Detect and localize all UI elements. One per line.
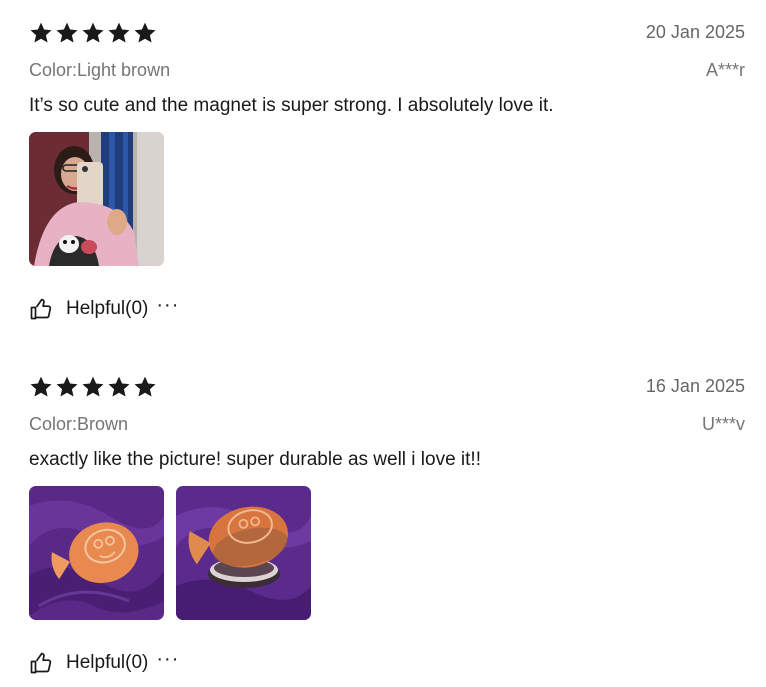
star-icon [133,21,157,45]
thumbs-up-icon[interactable] [29,297,53,321]
more-options-button[interactable]: ··· [156,294,179,317]
review-header: 20 Jan 2025 [29,18,745,50]
helpful-button[interactable]: Helpful(0) [66,652,148,674]
review-text: It’s so cute and the magnet is super str… [29,95,554,116]
review-photos [29,132,745,266]
review-actions: Helpful(0) ··· [29,648,745,676]
star-icon [55,21,79,45]
star-icon [29,375,53,399]
reviewer-name: U***v [701,414,745,434]
star-rating [29,375,157,399]
review-date: 20 Jan 2025 [645,22,745,42]
star-icon [81,375,105,399]
star-rating [29,21,157,45]
star-icon [29,21,53,45]
review-card: 20 Jan 2025 Color:Light brown A***r It’s… [29,18,745,322]
review-photos [29,486,745,620]
review-meta: Color:Light brown A***r [29,56,745,86]
helpful-button[interactable]: Helpful(0) [66,298,148,320]
review-actions: Helpful(0) ··· [29,294,745,322]
star-icon [81,21,105,45]
star-icon [133,375,157,399]
review-meta: Color:Brown U***v [29,410,745,440]
review-card: 16 Jan 2025 Color:Brown U***v exactly li… [29,372,745,676]
review-text: exactly like the picture! super durable … [29,449,481,470]
review-date: 16 Jan 2025 [645,376,745,396]
star-icon [107,21,131,45]
star-icon [55,375,79,399]
review-header: 16 Jan 2025 [29,372,745,404]
review-photo-fish-front[interactable] [29,486,164,620]
thumbs-up-icon[interactable] [29,651,53,675]
reviewer-name: A***r [705,60,745,80]
star-icon [107,375,131,399]
variant-color: Color:Brown [29,414,129,434]
more-options-button[interactable]: ··· [156,648,179,671]
review-photo-fish-angle[interactable] [176,486,311,620]
review-photo-selfie[interactable] [29,132,164,266]
variant-color: Color:Light brown [29,60,171,80]
